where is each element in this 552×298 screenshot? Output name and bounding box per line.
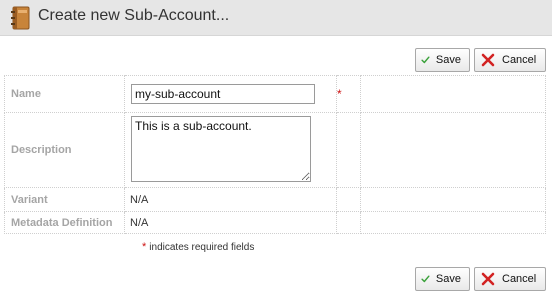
checkmark-icon bbox=[421, 275, 430, 283]
name-cell bbox=[124, 75, 337, 113]
cancel-button[interactable]: Cancel bbox=[474, 48, 546, 72]
save-button[interactable]: Save bbox=[415, 48, 470, 72]
save-label: Save bbox=[435, 54, 461, 66]
save-label: Save bbox=[435, 273, 461, 285]
checkmark-icon bbox=[421, 56, 430, 64]
cancel-label: Cancel bbox=[502, 273, 537, 285]
required-legend-text: indicates required fields bbox=[149, 242, 255, 253]
empty-cell bbox=[336, 187, 361, 212]
variant-label: Variant bbox=[4, 187, 125, 212]
book-icon bbox=[11, 6, 30, 30]
cancel-label: Cancel bbox=[502, 54, 537, 66]
cancel-button[interactable]: Cancel bbox=[474, 267, 546, 291]
empty-cell bbox=[336, 211, 361, 234]
empty-cell bbox=[360, 75, 546, 113]
bottom-button-bar: Save Cancel bbox=[415, 267, 546, 291]
form-row-description: Description This is a sub-account. bbox=[4, 112, 546, 188]
page-title: Create new Sub-Account... bbox=[38, 7, 230, 24]
empty-cell bbox=[336, 112, 361, 188]
description-label: Description bbox=[4, 112, 125, 188]
form-row-metadata: Metadata Definition N/A bbox=[4, 211, 546, 234]
top-button-bar: Save Cancel bbox=[415, 48, 546, 72]
empty-cell bbox=[360, 211, 546, 234]
name-label: Name bbox=[4, 75, 125, 113]
variant-value: N/A bbox=[124, 187, 337, 212]
name-required-cell: * bbox=[336, 75, 361, 113]
description-cell: This is a sub-account. bbox=[124, 112, 337, 188]
metadata-label: Metadata Definition bbox=[4, 211, 125, 234]
title-bar: Create new Sub-Account... bbox=[0, 0, 552, 36]
required-star: * bbox=[337, 87, 342, 101]
name-input[interactable] bbox=[131, 84, 315, 104]
sub-account-form: Name * Description This is a sub-account… bbox=[4, 75, 546, 234]
save-button[interactable]: Save bbox=[415, 267, 470, 291]
close-icon bbox=[481, 53, 495, 67]
description-textarea[interactable]: This is a sub-account. bbox=[131, 115, 311, 182]
metadata-value: N/A bbox=[124, 211, 337, 234]
required-star: * bbox=[142, 241, 147, 253]
form-row-name: Name * bbox=[4, 75, 546, 113]
required-legend: * indicates required fields bbox=[142, 241, 254, 253]
empty-cell bbox=[360, 112, 546, 188]
form-row-variant: Variant N/A bbox=[4, 187, 546, 212]
empty-cell bbox=[360, 187, 546, 212]
close-icon bbox=[481, 272, 495, 286]
